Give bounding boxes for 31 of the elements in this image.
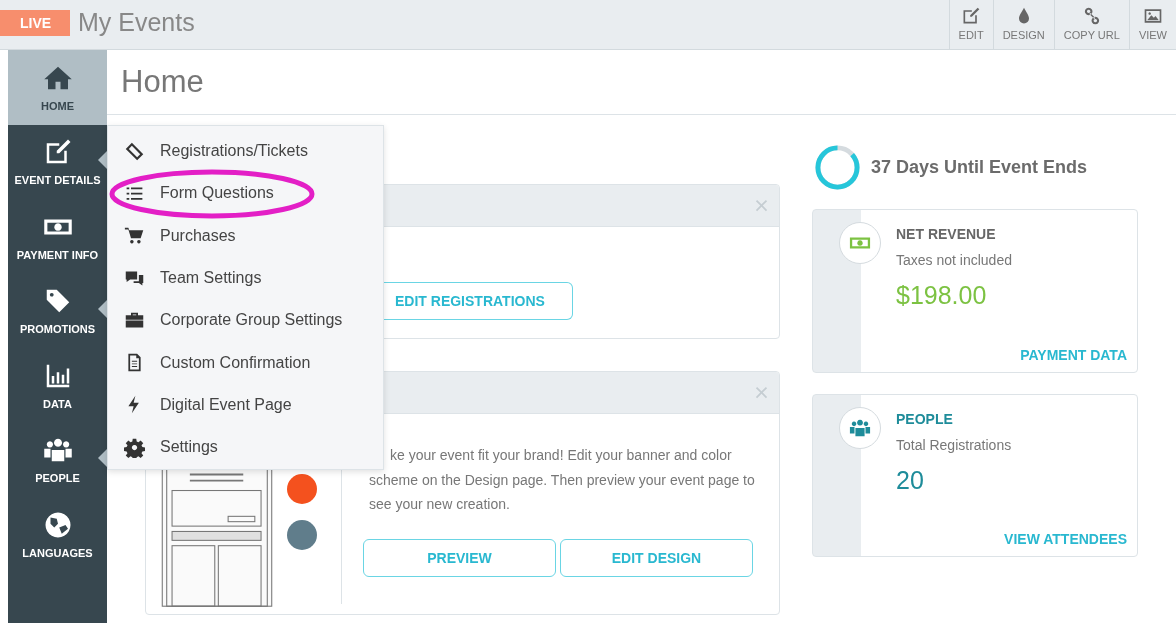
stat-value: 20	[896, 466, 924, 495]
page-title: Home	[121, 64, 204, 100]
sidebar-item[interactable]: PAYMENT INFO	[8, 199, 107, 274]
app-title: My Events	[78, 8, 195, 37]
menu-item[interactable]: Form Questions	[108, 172, 383, 215]
stat-title: NET REVENUE	[896, 226, 996, 242]
countdown-text: 37 Days Until Event Ends	[871, 156, 1088, 178]
edit-icon	[961, 6, 982, 26]
toolbar-button[interactable]: COPY URL	[1053, 0, 1129, 49]
menu-item[interactable]: Registrations/Tickets	[108, 130, 383, 173]
menu-item[interactable]: Digital Event Page	[108, 383, 383, 427]
menu-item[interactable]: Team Settings	[108, 256, 383, 300]
settings-icon	[124, 436, 145, 458]
sidebar-item[interactable]: HOME	[8, 50, 107, 125]
stat-subtitle: Total Registrations	[896, 437, 1012, 453]
countdown-ring	[814, 143, 861, 191]
menu-item[interactable]: Purchases	[108, 214, 383, 257]
stat-value: $198.00	[896, 281, 987, 310]
sidebar-item[interactable]: LANGUAGES	[8, 497, 107, 572]
close-icon[interactable]	[754, 385, 769, 400]
stat-subtitle: Taxes not included	[896, 252, 1012, 268]
menu-item[interactable]: Corporate Group Settings	[108, 299, 383, 342]
toolbar-button[interactable]: VIEW	[1128, 0, 1176, 49]
toolbar-button[interactable]: EDIT	[948, 0, 993, 49]
live-badge: LIVE	[0, 9, 70, 36]
stat-title: PEOPLE	[896, 411, 953, 427]
image-icon	[1142, 6, 1163, 26]
toolbar-button[interactable]: DESIGN	[992, 0, 1054, 49]
menu-item[interactable]: Custom Confirmation	[108, 341, 383, 384]
close-icon[interactable]	[754, 198, 769, 213]
sidebar-item[interactable]: DATA	[8, 348, 107, 423]
